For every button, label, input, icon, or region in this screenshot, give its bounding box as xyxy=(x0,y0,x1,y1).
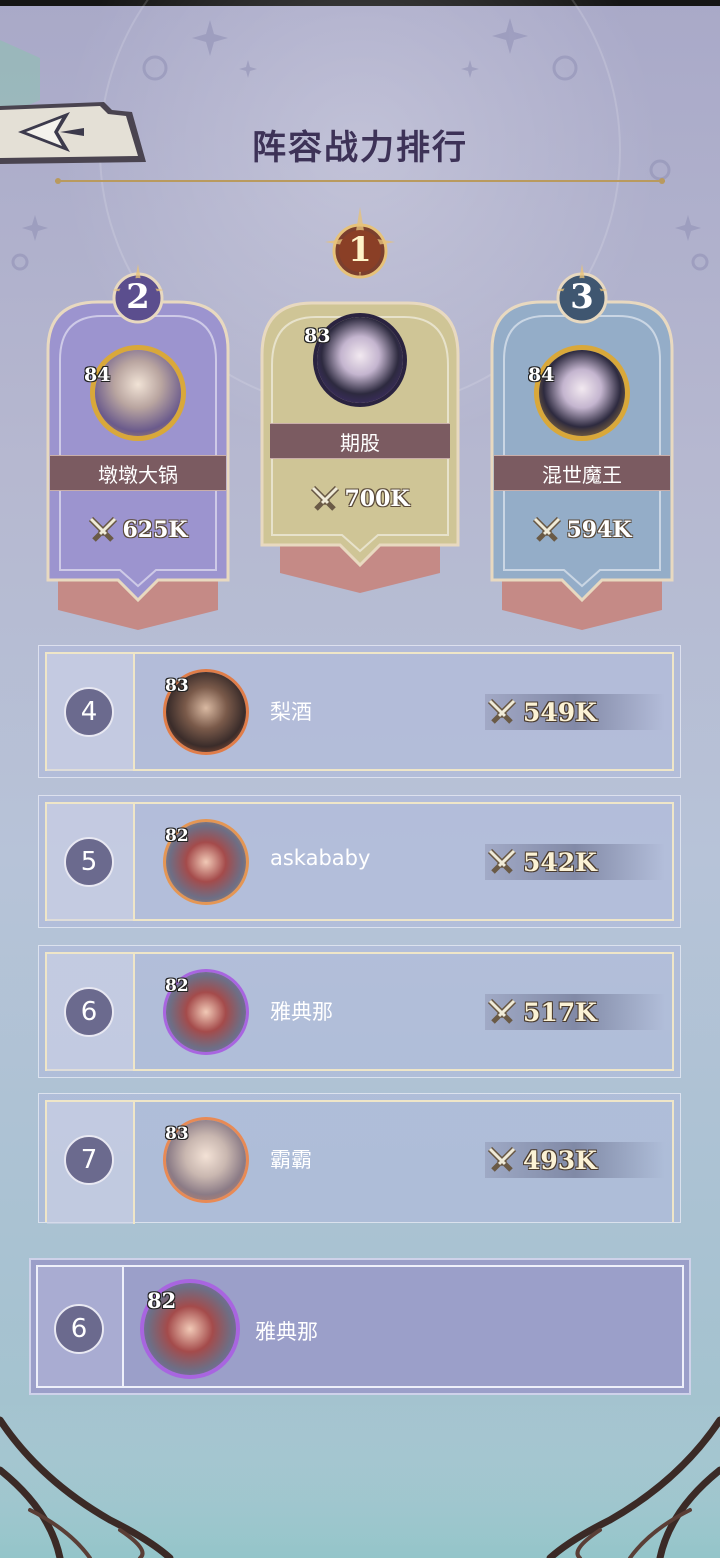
crossed-swords-icon xyxy=(487,1146,517,1172)
player-name: 梨酒 xyxy=(270,700,312,724)
power-value-row: 493K xyxy=(487,1142,597,1178)
crossed-swords-icon xyxy=(487,698,517,724)
crossed-swords-icon xyxy=(533,516,562,542)
rank-badge: 6 xyxy=(64,987,114,1037)
podium-rank-number: 3 xyxy=(570,277,594,317)
player-name: 混世魔王 xyxy=(494,455,670,491)
power-value-row: 542K xyxy=(487,844,597,880)
player-level: 83 xyxy=(304,325,331,347)
rank-badge: 6 xyxy=(54,1304,104,1354)
player-name: askababy xyxy=(270,846,371,870)
power-value-row: 594K xyxy=(482,516,682,544)
bottom-branch-decoration xyxy=(0,1400,720,1558)
power-value-row: 549K xyxy=(487,694,597,730)
crossed-swords-icon xyxy=(89,516,118,542)
power-value-row: 625K xyxy=(38,516,238,544)
player-level: 82 xyxy=(165,826,189,846)
podium-rank-number: 1 xyxy=(348,230,372,270)
player-level: 82 xyxy=(165,976,189,996)
status-bar xyxy=(0,0,720,6)
power-value: 549K xyxy=(523,697,597,727)
avatar xyxy=(95,350,181,436)
player-name: 霸霸 xyxy=(270,1148,312,1172)
player-name: 期股 xyxy=(270,423,450,459)
power-value: 542K xyxy=(523,847,597,877)
power-value: 594K xyxy=(566,517,632,543)
ranking-row[interactable]: 6 82 雅典那 517K xyxy=(38,945,681,1078)
crossed-swords-icon xyxy=(487,998,517,1024)
player-name: 雅典那 xyxy=(270,1000,333,1024)
podium-rank-3[interactable]: 3 84 混世魔王 594K xyxy=(482,250,682,630)
rank-badge: 5 xyxy=(64,837,114,887)
power-value: 700K xyxy=(344,486,410,512)
rank-badge: 7 xyxy=(64,1135,114,1185)
crossed-swords-icon xyxy=(487,848,517,874)
ranking-row[interactable]: 7 83 霸霸 493K xyxy=(38,1093,681,1224)
podium-rank-2[interactable]: 2 84 墩墩大锅 625K xyxy=(38,250,238,630)
my-rank-row[interactable]: 6 82 雅典那 xyxy=(29,1258,691,1395)
ranking-row[interactable]: 5 82 askababy 542K xyxy=(38,795,681,928)
podium-rank-number: 2 xyxy=(126,277,150,317)
power-value: 493K xyxy=(523,1145,597,1175)
podium-rank-1[interactable]: 1 83 期股 700K xyxy=(260,205,460,595)
power-value: 517K xyxy=(523,997,597,1027)
player-level: 83 xyxy=(165,1124,189,1144)
page-title: 阵容战力排行 xyxy=(252,128,468,168)
avatar xyxy=(539,350,625,436)
crossed-swords-icon xyxy=(311,485,340,511)
power-value-row: 700K xyxy=(260,485,460,513)
ranking-row[interactable]: 4 83 梨酒 549K xyxy=(38,645,681,778)
player-name: 雅典那 xyxy=(255,1320,318,1344)
power-value-row: 517K xyxy=(487,994,597,1030)
player-level: 84 xyxy=(84,364,111,386)
player-level: 84 xyxy=(528,364,555,386)
player-level: 82 xyxy=(147,1288,177,1313)
player-name: 墩墩大锅 xyxy=(50,455,226,491)
power-value: 625K xyxy=(122,517,188,543)
title-divider xyxy=(55,178,665,184)
rank-badge: 4 xyxy=(64,687,114,737)
player-level: 83 xyxy=(165,676,189,696)
